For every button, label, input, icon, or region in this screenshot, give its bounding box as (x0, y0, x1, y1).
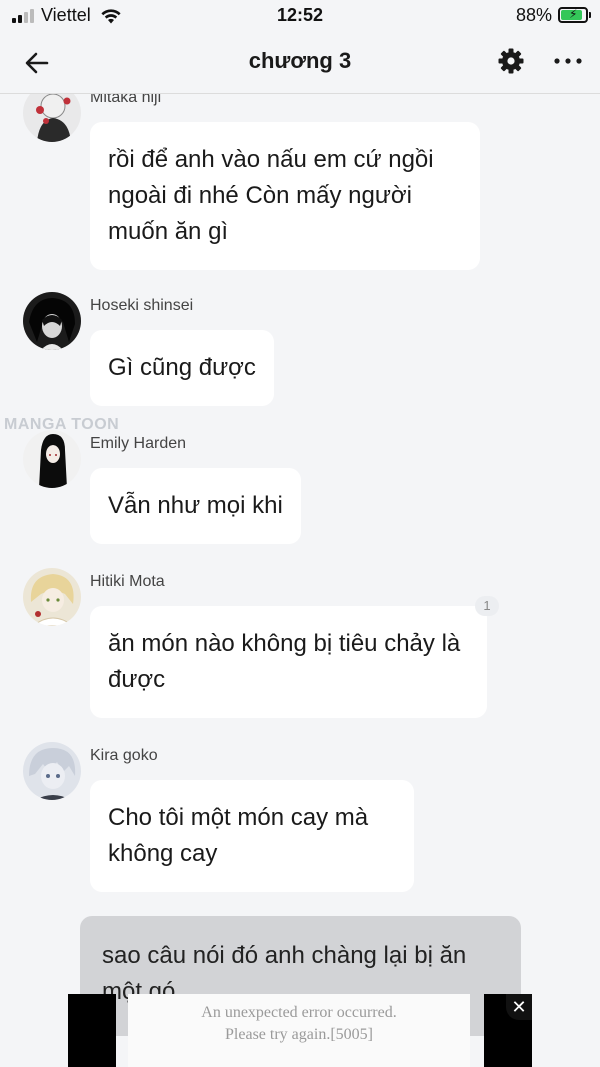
sender-name: Hoseki shinsei (90, 297, 194, 314)
sender-name: Hitiki Mota (90, 573, 165, 590)
battery-level: ⚡ (561, 7, 583, 21)
close-icon[interactable]: ✕ (506, 994, 532, 1020)
sender-name: Mitaka hiji (90, 94, 162, 106)
message-bubble[interactable]: Gì cũng được (90, 330, 274, 406)
avatar[interactable] (23, 94, 81, 142)
battery-icon: ⚡ (558, 7, 591, 23)
ad-error-message: An unexpected error occurred. Please try… (128, 994, 470, 1067)
message-bubble[interactable]: rồi để anh vào nấu em cứ ngồi ngoài đi n… (90, 122, 480, 270)
message-text: Vẫn như mọi khi (108, 492, 283, 519)
message-text: Gì cũng được (108, 354, 256, 381)
more-options-icon[interactable] (552, 54, 584, 68)
message-bubble[interactable]: Vẫn như mọi khi (90, 468, 301, 544)
status-bar: Viettel 12:52 88% ⚡ (0, 0, 600, 32)
sender-name: Emily Harden (90, 435, 187, 452)
sender-name: Kira goko (90, 747, 158, 764)
ad-error-line-1: An unexpected error occurred. (201, 1004, 397, 1021)
message-bubble[interactable]: ăn món nào không bị tiêu chảy là được (90, 606, 487, 718)
comment-count-badge[interactable]: 1 (475, 596, 499, 616)
avatar[interactable] (23, 292, 81, 350)
avatar[interactable] (23, 568, 81, 626)
chapter-header: chương 3 (0, 32, 600, 94)
avatar[interactable] (23, 430, 81, 488)
ad-error-line-2: Please try again.[5005] (225, 1026, 373, 1043)
avatar[interactable] (23, 742, 81, 800)
message-text: ăn món nào không bị tiêu chảy là được (108, 630, 461, 693)
ad-left-panel (68, 994, 116, 1067)
clock: 12:52 (276, 5, 324, 25)
chat-area[interactable]: MANGA TOON Mitaka hiji rồi để anh vào nấ… (0, 94, 600, 1067)
message-bubble[interactable]: Cho tôi một món cay mà không cay (90, 780, 414, 892)
message-text: rồi để anh vào nấu em cứ ngồi ngoài đi n… (108, 146, 434, 245)
ad-banner[interactable]: An unexpected error occurred. Please try… (68, 994, 532, 1067)
gear-icon[interactable] (496, 46, 526, 76)
message-text: Cho tôi một món cay mà không cay (108, 804, 369, 867)
battery-percent: 88% (515, 5, 552, 25)
